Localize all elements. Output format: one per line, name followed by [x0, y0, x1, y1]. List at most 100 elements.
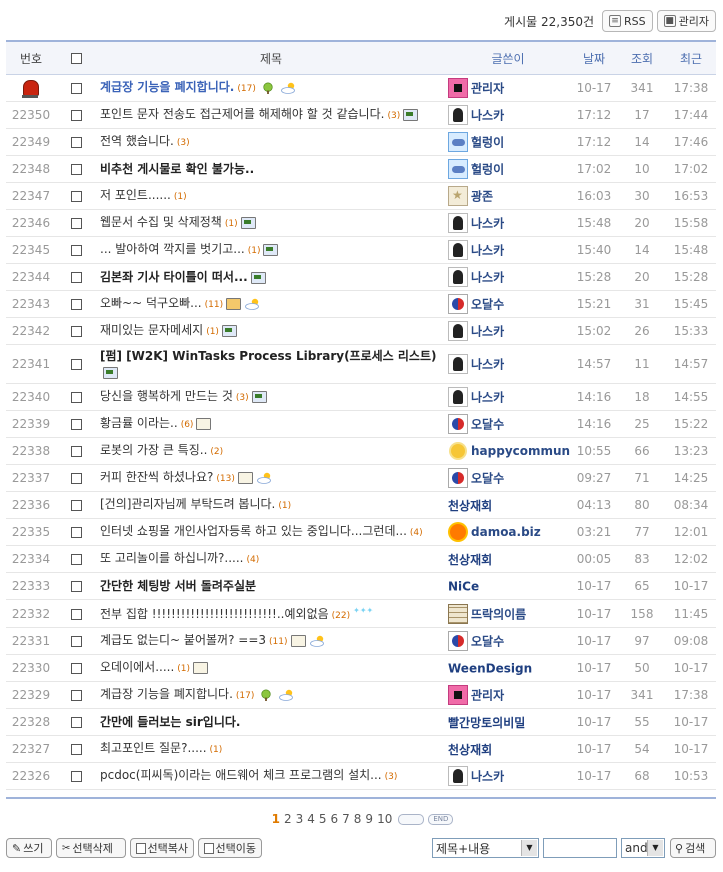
author-name-link[interactable]: WeenDesign — [448, 661, 532, 675]
author-name-link[interactable]: 관리자 — [471, 82, 504, 96]
post-subject-link[interactable]: 황금률 이라는.. — [100, 416, 178, 430]
post-subject-link[interactable]: 재미있는 문자메세지 — [100, 323, 203, 337]
row-checkbox[interactable] — [70, 218, 82, 229]
post-subject-link[interactable]: 김본좌 기사 타이틀이 떠서... — [100, 270, 248, 284]
row-checkbox[interactable] — [70, 581, 82, 592]
select-all-checkbox[interactable] — [70, 53, 82, 64]
row-checkbox[interactable] — [70, 690, 82, 701]
author-name-link[interactable]: 오달수 — [471, 635, 504, 649]
page-link-6[interactable]: 6 — [331, 812, 339, 826]
search-operator-select[interactable]: and ▼ — [621, 838, 665, 858]
post-subject-link[interactable]: 간단한 체팅방 서버 돌려주실분 — [100, 579, 256, 593]
author-name-link[interactable]: 나스카 — [471, 217, 504, 231]
search-button[interactable]: ⚲ 검색 — [670, 838, 716, 858]
post-subject-link[interactable]: [건의]관리자님께 부탁드려 봅니다. — [100, 497, 275, 511]
post-subject-link[interactable]: 전부 집합 !!!!!!!!!!!!!!!!!!!!!!!!!!..예외없음 — [100, 607, 329, 621]
page-link-4[interactable]: 4 — [307, 812, 315, 826]
author-name-link[interactable]: 나스카 — [471, 770, 504, 784]
post-subject-link[interactable]: 오데이에서..... — [100, 660, 174, 674]
author-name-link[interactable]: 나스카 — [471, 391, 504, 405]
row-checkbox[interactable] — [70, 473, 82, 484]
row-checkbox[interactable] — [70, 771, 82, 782]
post-subject-link[interactable]: pcdoc(피씨독)이라는 애드웨어 체크 프로그램의 설치... — [100, 768, 382, 782]
post-subject-link[interactable]: ... 발아하여 깍지를 벗기고... — [100, 242, 245, 256]
end-page-button[interactable]: END — [428, 814, 454, 825]
post-subject-link[interactable]: 계급도 없는디~ 붙어볼꺼? ==3 — [100, 633, 266, 647]
row-checkbox[interactable] — [70, 717, 82, 728]
header-last[interactable]: 최근 — [666, 40, 716, 75]
page-link-2[interactable]: 2 — [284, 812, 292, 826]
row-checkbox[interactable] — [70, 164, 82, 175]
post-subject-link[interactable]: 최고포인트 질문?..... — [100, 741, 207, 755]
page-link-7[interactable]: 7 — [342, 812, 350, 826]
author-name-link[interactable]: 나스카 — [471, 271, 504, 285]
post-subject-link[interactable]: 인터넷 쇼핑몰 개인사업자등록 하고 있는 중입니다...그런데... — [100, 524, 407, 538]
row-checkbox[interactable] — [70, 272, 82, 283]
author-name-link[interactable]: 나스카 — [471, 109, 504, 123]
author-name-link[interactable]: 오달수 — [471, 418, 504, 432]
row-checkbox[interactable] — [70, 359, 82, 370]
post-subject-link[interactable]: 당신을 행복하게 만드는 것 — [100, 389, 233, 403]
author-name-link[interactable]: 빨간망토의비밀 — [448, 716, 525, 730]
author-name-link[interactable]: NiCe — [448, 579, 479, 593]
post-subject-link[interactable]: 전역 했습니다. — [100, 134, 174, 148]
post-subject-link[interactable]: 웹문서 수집 및 삭제정책 — [100, 215, 222, 229]
rss-button[interactable]: ≡ RSS — [602, 10, 653, 32]
post-subject-link[interactable]: [펌] [W2K] WinTasks Process Library(프로세스 … — [100, 349, 437, 363]
admin-button[interactable]: ■ 관리자 — [656, 10, 716, 32]
post-subject-link[interactable]: 포인트 문자 전송도 접근제어를 해제해야 할 것 같습니다. — [100, 107, 384, 121]
author-name-link[interactable]: 나스카 — [471, 325, 504, 339]
post-subject-link[interactable]: 비추천 게시물로 확인 불가능.. — [100, 162, 254, 176]
row-checkbox[interactable] — [70, 245, 82, 256]
page-link-1[interactable]: 1 — [272, 812, 280, 826]
post-subject-link[interactable]: 간만에 들러보는 sir입니다. — [100, 715, 241, 729]
row-checkbox[interactable] — [70, 83, 82, 94]
post-subject-link[interactable]: 또 고리놀이를 하십니까?..... — [100, 551, 243, 565]
move-selected-button[interactable]: 선택이동 — [198, 838, 262, 858]
post-subject-link[interactable]: 로봇의 가장 큰 특징.. — [100, 443, 207, 457]
row-checkbox[interactable] — [70, 527, 82, 538]
post-subject-link[interactable]: 커피 한잔씩 하셨나요? — [100, 470, 213, 484]
row-checkbox[interactable] — [70, 554, 82, 565]
row-checkbox[interactable] — [70, 191, 82, 202]
row-checkbox[interactable] — [70, 137, 82, 148]
author-name-link[interactable]: 뜨락의이름 — [471, 607, 526, 621]
author-name-link[interactable]: damoa.biz — [471, 525, 541, 539]
row-checkbox[interactable] — [70, 500, 82, 511]
author-name-link[interactable]: 천상재회 — [448, 743, 492, 757]
header-date[interactable]: 날짜 — [570, 40, 618, 75]
author-name-link[interactable]: happycommun — [471, 444, 570, 458]
page-link-10[interactable]: 10 — [377, 812, 392, 826]
row-checkbox[interactable] — [70, 446, 82, 457]
row-checkbox[interactable] — [70, 326, 82, 337]
row-checkbox[interactable] — [70, 663, 82, 674]
author-name-link[interactable]: 천상재회 — [448, 499, 492, 513]
author-name-link[interactable]: 관리자 — [471, 689, 504, 703]
header-select-all[interactable] — [56, 40, 96, 75]
post-subject-link[interactable]: 오빠~~ 덕구오빠... — [100, 296, 202, 310]
row-checkbox[interactable] — [70, 392, 82, 403]
author-name-link[interactable]: 나스카 — [471, 244, 504, 258]
author-name-link[interactable]: 헐렁이 — [471, 136, 504, 150]
page-link-3[interactable]: 3 — [296, 812, 304, 826]
row-checkbox[interactable] — [70, 299, 82, 310]
page-link-5[interactable]: 5 — [319, 812, 327, 826]
author-name-link[interactable]: 천상재회 — [448, 553, 492, 567]
search-field-select[interactable]: 제목+내용 ▼ — [432, 838, 539, 858]
author-name-link[interactable]: 오달수 — [471, 472, 504, 486]
row-checkbox[interactable] — [70, 744, 82, 755]
row-checkbox[interactable] — [70, 636, 82, 647]
delete-selected-button[interactable]: ✂ 선택삭제 — [56, 838, 126, 858]
page-link-9[interactable]: 9 — [365, 812, 373, 826]
row-checkbox[interactable] — [70, 110, 82, 121]
next-page-button[interactable] — [398, 814, 425, 825]
header-hits[interactable]: 조회 — [618, 40, 666, 75]
post-subject-link[interactable]: 계급장 기능을 폐지합니다. — [100, 687, 233, 701]
search-input[interactable] — [543, 838, 617, 858]
post-subject-link[interactable]: 저 포인트...... — [100, 188, 171, 202]
author-name-link[interactable]: 나스카 — [471, 358, 504, 372]
write-button[interactable]: ✎ 쓰기 — [6, 838, 52, 858]
copy-selected-button[interactable]: 선택복사 — [130, 838, 194, 858]
author-name-link[interactable]: 헐렁이 — [471, 163, 504, 177]
row-checkbox[interactable] — [70, 419, 82, 430]
